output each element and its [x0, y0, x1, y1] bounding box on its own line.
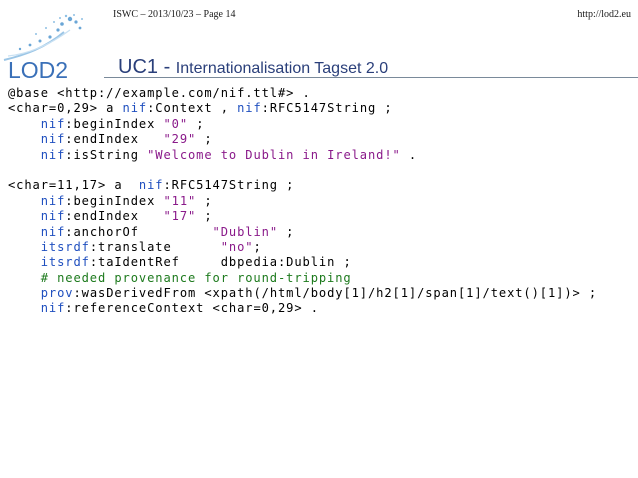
title-text: Internationalisation Tagset 2.0: [175, 60, 389, 77]
slide-title-bar: UC1 - Internationalisation Tagset 2.0: [104, 52, 638, 78]
title-separator: -: [158, 56, 176, 78]
code-line: nif:isString "Welcome to Dublin in Irela…: [40, 147, 418, 162]
title-underline: [104, 77, 638, 78]
code-line: nif:beginIndex "11" ;: [40, 193, 213, 208]
slide-title: UC1 - Internationalisation Tagset 2.0: [118, 56, 388, 79]
header-url: http://lod2.eu: [577, 9, 631, 20]
header-left: ISWC – 2013/10/23 – Page 14: [113, 9, 236, 20]
code-line: nif:endIndex "29" ;: [40, 132, 213, 147]
lod2-logo: LOD2: [3, 14, 83, 82]
logo-text: LOD2: [8, 57, 68, 82]
code-block: @base <http://example.com/nif.ttl#> . <ch…: [8, 86, 597, 317]
code-line: <char=11,17> a nif:RFC5147String ;: [8, 178, 295, 193]
code-line: itsrdf:translate "no";: [40, 239, 262, 254]
code-line: @base <http://example.com/nif.ttl#> .: [8, 86, 311, 100]
code-comment: # needed provenance for round-tripping: [8, 270, 352, 285]
code-line: <char=0,29> a nif:Context , nif:RFC5147S…: [8, 101, 393, 116]
code-line: nif:beginIndex "0" ;: [40, 116, 205, 131]
code-line: nif:referenceContext <char=0,29> .: [40, 301, 319, 316]
code-line: prov:wasDerivedFrom <xpath(/html/body[1]…: [40, 286, 598, 301]
title-uc: UC1: [118, 56, 159, 78]
code-line: nif:endIndex "17" ;: [40, 209, 213, 224]
code-line: nif:anchorOf "Dublin" ;: [40, 224, 295, 239]
code-line: itsrdf:taIdentRef dbpedia:Dublin ;: [40, 255, 352, 270]
